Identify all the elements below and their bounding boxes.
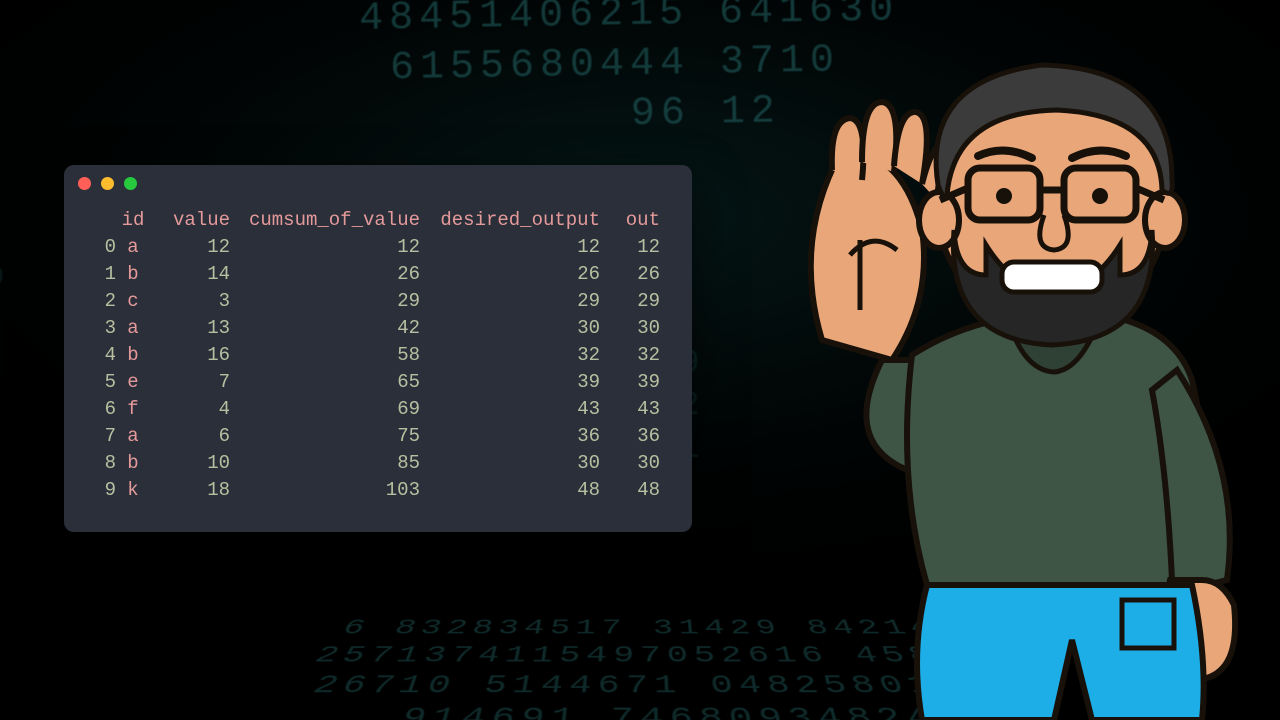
background-digits: 6 832834517 31429 84214 2571374115497052… [0,615,1280,720]
cell-index: 6 [86,396,116,423]
cell-cumsum: 58 [230,342,420,369]
cell-cumsum: 42 [230,315,420,342]
header-out: out [600,207,660,234]
cell-out: 36 [600,423,660,450]
cell-index: 9 [86,477,116,504]
table-row: 5e7653939 [86,369,670,396]
cell-desired: 12 [420,234,600,261]
cell-desired: 36 [420,423,600,450]
cell-id: e [116,369,150,396]
table-row: 0a12121212 [86,234,670,261]
table-row: 3a13423030 [86,315,670,342]
table-row: 2c3292929 [86,288,670,315]
cell-desired: 39 [420,369,600,396]
cell-desired: 30 [420,450,600,477]
cell-id: k [116,477,150,504]
table-row: 4b16583232 [86,342,670,369]
cell-value: 18 [150,477,230,504]
cell-value: 7 [150,369,230,396]
cell-id: b [116,261,150,288]
cell-desired: 30 [420,315,600,342]
cell-desired: 43 [420,396,600,423]
cell-value: 13 [150,315,230,342]
cell-index: 5 [86,369,116,396]
cell-index: 1 [86,261,116,288]
cell-index: 3 [86,315,116,342]
terminal-window: id value cumsum_of_value desired_output … [64,165,692,532]
cell-out: 26 [600,261,660,288]
cell-cumsum: 29 [230,288,420,315]
minimize-icon[interactable] [101,177,114,190]
cell-cumsum: 26 [230,261,420,288]
cell-id: b [116,342,150,369]
cell-value: 3 [150,288,230,315]
cell-id: a [116,315,150,342]
table-row: 8b10853030 [86,450,670,477]
cell-index: 7 [86,423,116,450]
cell-cumsum: 103 [230,477,420,504]
cell-id: a [116,423,150,450]
cell-value: 14 [150,261,230,288]
cell-id: a [116,234,150,261]
dataframe-output: id value cumsum_of_value desired_output … [64,201,692,504]
header-cumsum: cumsum_of_value [230,207,420,234]
cell-value: 6 [150,423,230,450]
header-desired: desired_output [420,207,600,234]
cell-out: 12 [600,234,660,261]
cell-id: c [116,288,150,315]
cell-value: 12 [150,234,230,261]
table-header-row: id value cumsum_of_value desired_output … [86,207,670,234]
window-titlebar [64,165,692,201]
cell-out: 48 [600,477,660,504]
cell-cumsum: 85 [230,450,420,477]
cell-desired: 26 [420,261,600,288]
cell-out: 30 [600,450,660,477]
cell-desired: 48 [420,477,600,504]
cell-index: 2 [86,288,116,315]
cell-index: 4 [86,342,116,369]
cell-out: 29 [600,288,660,315]
cell-out: 32 [600,342,660,369]
cell-cumsum: 69 [230,396,420,423]
table-row: 9k181034848 [86,477,670,504]
background-digits: 48451406215 641630 6155680444 3710 96 12 [359,0,902,145]
table-row: 7a6753636 [86,423,670,450]
close-icon[interactable] [78,177,91,190]
cell-out: 30 [600,315,660,342]
cell-cumsum: 65 [230,369,420,396]
header-id: id [116,207,150,234]
table-row: 1b14262626 [86,261,670,288]
table-row: 6f4694343 [86,396,670,423]
header-value: value [150,207,230,234]
cell-cumsum: 75 [230,423,420,450]
maximize-icon[interactable] [124,177,137,190]
cell-value: 4 [150,396,230,423]
cell-index: 8 [86,450,116,477]
cell-cumsum: 12 [230,234,420,261]
background-digits: 27 1 398 539 02 [0,129,28,338]
cell-value: 16 [150,342,230,369]
cell-out: 39 [600,369,660,396]
cell-id: b [116,450,150,477]
cell-index: 0 [86,234,116,261]
cell-out: 43 [600,396,660,423]
cell-desired: 32 [420,342,600,369]
cell-value: 10 [150,450,230,477]
cell-desired: 29 [420,288,600,315]
cell-id: f [116,396,150,423]
